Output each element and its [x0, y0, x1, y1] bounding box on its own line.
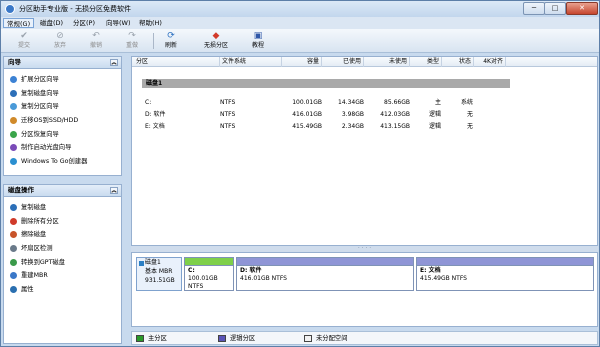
- disk-op-properties[interactable]: 属性: [4, 283, 121, 297]
- tutorial-button[interactable]: ▣ 教程: [241, 31, 275, 51]
- legend-bar: 主分区 逻辑分区 未分配空间: [131, 331, 598, 345]
- column-free[interactable]: 未使用: [364, 57, 410, 67]
- close-button[interactable]: ✕: [566, 2, 598, 15]
- discard-icon: ⊘: [56, 31, 64, 41]
- column-used[interactable]: 已使用: [322, 57, 364, 67]
- delete-icon: [10, 217, 17, 225]
- partition-usage-bar: [185, 258, 233, 266]
- column-capacity[interactable]: 容量: [282, 57, 322, 67]
- disk-map-pane: 磁盘1 基本 MBR 931.51GB C: 100.01GB NTFS D: …: [131, 252, 598, 327]
- disk-size: 931.51GB: [145, 277, 175, 284]
- undo-button[interactable]: ↶ 撤销: [79, 31, 113, 51]
- undo-icon: ↶: [92, 31, 100, 41]
- collapse-disk-ops-button[interactable]: ︽: [110, 187, 118, 194]
- legend-swatch: [304, 335, 312, 342]
- partition-row[interactable]: D: 软件 NTFS 416.01GB 3.98GB 412.03GB 逻辑 无: [132, 109, 597, 121]
- bootable-disc-icon: [10, 144, 17, 152]
- redo-button[interactable]: ↷ 重做: [115, 31, 149, 51]
- partition-row[interactable]: E: 文档 NTFS 415.49GB 2.34GB 413.15GB 逻辑 无: [132, 121, 597, 133]
- legend-primary: 主分区: [136, 334, 167, 343]
- disk-operations-panel: 磁盘操作 ︽ 复制磁盘 删除所有分区 擦除磁盘 坏扇区检测 转换到GPT磁盘 重…: [3, 184, 122, 344]
- properties-icon: [10, 286, 17, 294]
- partition-row[interactable]: C: NTFS 100.01GB 14.34GB 85.66GB 主 系统: [132, 97, 597, 109]
- menu-disk[interactable]: 磁盘(D): [37, 18, 66, 28]
- disk-info-box[interactable]: 磁盘1 基本 MBR 931.51GB: [136, 257, 182, 291]
- maximize-button[interactable]: □: [544, 2, 566, 15]
- check-icon: ✔: [20, 31, 28, 41]
- menu-wizard[interactable]: 向导(W): [103, 18, 134, 28]
- disk-name: 磁盘1: [145, 259, 161, 266]
- minimize-button[interactable]: ─: [523, 2, 545, 15]
- disk-operations-panel-title: 磁盘操作: [8, 186, 34, 194]
- copy-disk-icon: [10, 89, 17, 97]
- migrate-os-icon: [10, 117, 17, 125]
- partition-block-d[interactable]: D: 软件 416.01GB NTFS: [236, 257, 414, 291]
- partition-usage-bar: [417, 258, 593, 266]
- app-logo-icon: [5, 4, 15, 14]
- partition-block-e[interactable]: E: 文档 415.49GB NTFS: [416, 257, 594, 291]
- wizard-item-windows-to-go[interactable]: Windows To Go创建器: [4, 155, 121, 169]
- copy-partition-icon: [10, 103, 17, 111]
- disk-op-copy-disk[interactable]: 复制磁盘: [4, 201, 121, 215]
- convert-icon: [10, 258, 17, 266]
- wizard-panel-title: 向导: [8, 58, 21, 66]
- column-header-row: 分区 文件系统 容量 已使用 未使用 类型 状态 4K对齐: [132, 57, 597, 67]
- wizard-panel: 向导 ︽ 扩展分区向导 复制磁盘向导 复制分区向导 迁移OS到SSD/HDD 分…: [3, 56, 122, 176]
- disk-operations-panel-header: 磁盘操作 ︽: [4, 185, 121, 197]
- menu-help[interactable]: 帮助(H): [136, 18, 165, 28]
- tutorial-icon: ▣: [253, 31, 263, 41]
- app-window: 分区助手专业版 - 无损分区免费软件 ─ □ ✕ 常规(G) 磁盘(D) 分区(…: [0, 0, 600, 347]
- disk-type: 基本 MBR: [145, 268, 173, 275]
- redo-icon: ↷: [128, 31, 136, 41]
- refresh-icon: ⟳: [167, 31, 175, 41]
- windows-to-go-icon: [10, 158, 17, 166]
- wipe-icon: [10, 231, 17, 239]
- lossless-partition-button[interactable]: ◆ 无损分区: [195, 31, 237, 51]
- partition-block-c[interactable]: C: 100.01GB NTFS: [184, 257, 234, 291]
- toolbar: ✔ 提交 ⊘ 放弃 ↶ 撤销 ↷ 重做 ⟳ 刷新 ◆ 无损分区 ▣ 教程: [1, 29, 599, 53]
- menu-bar: 常规(G) 磁盘(D) 分区(P) 向导(W) 帮助(H): [1, 17, 599, 29]
- window-title: 分区助手专业版 - 无损分区免费软件: [19, 5, 131, 13]
- disk-op-delete-all[interactable]: 删除所有分区: [4, 215, 121, 229]
- left-pane: 向导 ︽ 扩展分区向导 复制磁盘向导 复制分区向导 迁移OS到SSD/HDD 分…: [3, 56, 122, 344]
- disk-op-rebuild-mbr[interactable]: 重建MBR: [4, 269, 121, 283]
- copy-disk-icon: [10, 204, 17, 211]
- recovery-icon: [10, 130, 17, 138]
- wizard-item-copy-disk[interactable]: 复制磁盘向导: [4, 87, 121, 101]
- wizard-item-partition-recovery[interactable]: 分区恢复向导: [4, 128, 121, 142]
- legend-swatch: [218, 335, 226, 342]
- disk-op-convert-gpt[interactable]: 转换到GPT磁盘: [4, 256, 121, 270]
- column-filesystem[interactable]: 文件系统: [220, 57, 282, 67]
- legend-swatch: [136, 335, 144, 342]
- disk-icon: [139, 261, 144, 266]
- partition-usage-bar: [237, 258, 413, 266]
- partition-icon: ◆: [212, 31, 220, 41]
- column-status[interactable]: 状态: [442, 57, 474, 67]
- menu-partition[interactable]: 分区(P): [70, 18, 98, 28]
- wizard-item-copy-partition[interactable]: 复制分区向导: [4, 100, 121, 114]
- legend-unallocated: 未分配空间: [304, 334, 347, 343]
- legend-logical: 逻辑分区: [218, 334, 255, 343]
- commit-button[interactable]: ✔ 提交: [7, 31, 41, 51]
- disk-group-row[interactable]: 磁盘1: [142, 79, 510, 88]
- partition-list-pane: 分区 文件系统 容量 已使用 未使用 类型 状态 4K对齐 磁盘1 C: NTF…: [131, 56, 598, 246]
- wizard-item-extend-partition[interactable]: 扩展分区向导: [4, 73, 121, 87]
- refresh-button[interactable]: ⟳ 刷新: [154, 31, 188, 51]
- disk-op-wipe-disk[interactable]: 擦除磁盘: [4, 228, 121, 242]
- bad-sector-icon: [10, 245, 17, 253]
- column-partition[interactable]: 分区: [134, 57, 220, 67]
- column-type[interactable]: 类型: [410, 57, 442, 67]
- discard-button[interactable]: ⊘ 放弃: [43, 31, 77, 51]
- collapse-wizard-button[interactable]: ︽: [110, 59, 118, 66]
- column-4k-align[interactable]: 4K对齐: [474, 57, 506, 67]
- wizard-panel-header: 向导 ︽: [4, 57, 121, 69]
- disk-op-bad-sector[interactable]: 坏扇区检测: [4, 242, 121, 256]
- menu-general[interactable]: 常规(G): [3, 18, 35, 28]
- wizard-item-migrate-os[interactable]: 迁移OS到SSD/HDD: [4, 114, 121, 128]
- rebuild-mbr-icon: [10, 272, 17, 280]
- title-bar: 分区助手专业版 - 无损分区免费软件 ─ □ ✕: [1, 1, 599, 17]
- wizard-item-bootable-disc[interactable]: 制作启动光盘向导: [4, 141, 121, 155]
- extend-icon: [10, 76, 17, 83]
